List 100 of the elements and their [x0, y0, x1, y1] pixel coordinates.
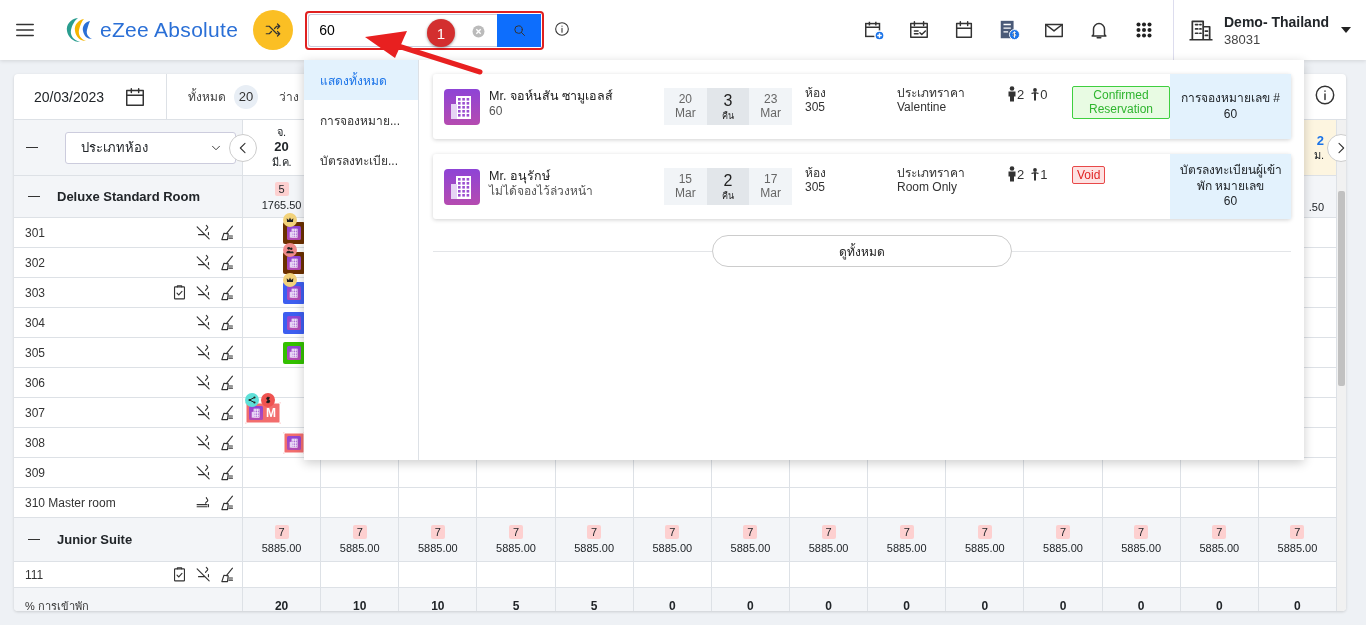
- check-out-day: 17: [764, 172, 778, 187]
- room-label: ห้อง: [805, 86, 827, 101]
- occupancy-value: 0: [1059, 598, 1067, 611]
- date-text: 20/03/2023: [34, 88, 105, 105]
- nights-count: 2: [723, 172, 733, 191]
- check-in-day: 15: [678, 172, 692, 187]
- availability-count: 7: [1290, 525, 1305, 539]
- filter-tab[interactable]: การจองหมาย...: [304, 100, 418, 140]
- rate-amount: 5885.00: [1121, 542, 1161, 554]
- rate-amount: 5885.00: [574, 542, 614, 554]
- view-all-button[interactable]: ดูทั้งหมด: [712, 235, 1012, 267]
- availability-count: 7: [430, 525, 445, 539]
- rate-type-value: Valentine: [897, 100, 948, 115]
- room-type-select[interactable]: ประเภทห้อง: [65, 131, 236, 164]
- availability-count: 7: [587, 525, 602, 539]
- availability-count: 7: [821, 525, 836, 539]
- availability-count: 7: [977, 525, 992, 539]
- rate-amount: 5885.00: [730, 542, 771, 554]
- room-number[interactable]: 307: [25, 405, 46, 420]
- rate-amount: 5885.00: [339, 542, 380, 554]
- guest-name: Mr. จอห์นสัน ซามูเอลส์: [489, 88, 615, 105]
- child-count: 1: [1040, 166, 1048, 182]
- rate-type-label: ประเภทราคา: [897, 166, 966, 181]
- room-number[interactable]: 305: [25, 345, 46, 360]
- room-number[interactable]: 111: [25, 567, 44, 582]
- rate-amount: 1765.50: [261, 199, 302, 211]
- room-number[interactable]: 310 Master room: [25, 495, 116, 510]
- weekday-label: จ.: [277, 125, 287, 140]
- room-label: ห้อง: [805, 166, 827, 181]
- day-number: 20: [274, 139, 289, 156]
- occupancy-value: 5: [590, 598, 598, 611]
- availability-count: 7: [899, 525, 914, 539]
- availability-count: 7: [352, 525, 367, 539]
- check-out-day: 23: [764, 92, 778, 107]
- occupancy-value: 0: [668, 598, 676, 611]
- reference-label: บัตรลงทะเบียนผู้เข้าพัก หมายเลข: [1178, 163, 1283, 195]
- property-code: 38031: [1224, 31, 1262, 47]
- month-label: ม.: [1313, 148, 1324, 163]
- day-number: 2: [1316, 132, 1324, 149]
- room-type-name: Deluxe Standard Room: [57, 189, 201, 204]
- rate-amount: 5885.00: [496, 542, 536, 554]
- guest-detail: 60: [489, 104, 504, 120]
- room-number[interactable]: 308: [25, 435, 46, 450]
- occupancy-value: 0: [1137, 598, 1145, 611]
- availability-count: 7: [274, 525, 289, 539]
- occupancy-label: % การเข้าพัก: [25, 598, 89, 611]
- status-badge: Confirmed Reservation: [1072, 86, 1170, 119]
- room-number[interactable]: 302: [25, 255, 46, 270]
- reference-number: 60: [1223, 106, 1238, 123]
- occupancy-value: 10: [431, 598, 445, 611]
- occupancy-value: 0: [1294, 598, 1301, 611]
- reference-label: การจองหมายเลข #: [1181, 90, 1280, 107]
- adult-count: 2: [1017, 166, 1025, 182]
- rate-amount: 5885.00: [1043, 542, 1083, 554]
- guest-name: Mr. อนุรักษ์: [489, 168, 551, 185]
- nights-count: 3: [723, 92, 733, 111]
- rate-type-label: ประเภทราคา: [897, 86, 966, 101]
- check-out-month: Mar: [760, 106, 781, 121]
- rate-amount: 5885.00: [261, 542, 302, 554]
- filter-tab[interactable]: บัตรลงทะเบีย...: [304, 140, 418, 180]
- occupancy-value: 0: [825, 598, 832, 611]
- availability-count: 7: [1212, 525, 1227, 539]
- room-number[interactable]: 303: [25, 285, 46, 300]
- occupancy-value: 0: [981, 598, 989, 611]
- check-in-day: 20: [678, 92, 692, 107]
- rate-amount: 5885.00: [886, 542, 927, 554]
- check-in-month: Mar: [675, 106, 696, 121]
- rate-amount: 5885.00: [964, 542, 1005, 554]
- availability-count: 5: [274, 182, 289, 196]
- availability-count: 7: [1134, 525, 1149, 539]
- occupancy-value: 20: [274, 598, 289, 611]
- room-number[interactable]: 304: [25, 315, 46, 330]
- filter-tab[interactable]: แสดงทั้งหมด: [304, 60, 418, 100]
- rate-type-value: Room Only: [897, 180, 959, 195]
- check-out-month: Mar: [760, 186, 781, 201]
- occupancy-value: 5: [512, 598, 520, 611]
- room-number[interactable]: 309: [25, 465, 46, 480]
- availability-count: 7: [665, 525, 680, 539]
- occupancy-value: 0: [747, 598, 754, 611]
- nights-label: คืน: [722, 190, 734, 201]
- room-number[interactable]: 301: [25, 225, 46, 240]
- result-card[interactable]: Mr. จอห์นสัน ซามูเอลส์ 60 20 Mar 3 คืน 23 Mar ห้อง 305 ประเภทราคา Valentine 2 0 Confirmed Reservation การจองหมายเลข # 60: [433, 74, 1291, 139]
- result-card[interactable]: Mr. อนุรักษ์ ไม่ได้จองไว้ล่วงหน้า 15 Mar 2 คืน 17 Mar ห้อง 305 ประเภทราคา Room Only 2 1 Void บัตรลงทะเบียนผู้เข้าพัก หมายเลข 60: [433, 154, 1291, 219]
- property-name: Demo- Thailand: [1224, 13, 1329, 30]
- room-type-name: Junior Suite: [57, 532, 133, 547]
- nights-label: คืน: [722, 110, 734, 121]
- rate-amount: 5885.00: [652, 542, 693, 554]
- child-count: 0: [1040, 86, 1048, 102]
- rate-amount: 5885.00: [808, 542, 849, 554]
- reference-number: 60: [1223, 194, 1238, 210]
- stat-label: ว่าง: [279, 89, 299, 106]
- stat-count: 20: [234, 84, 258, 109]
- occupancy-value: 0: [903, 598, 911, 611]
- occupancy-value: 10: [353, 598, 367, 611]
- room-value: 305: [805, 180, 827, 195]
- room-number[interactable]: 306: [25, 375, 46, 390]
- check-in-month: Mar: [675, 186, 696, 201]
- rate-amount: 5885.00: [417, 542, 458, 554]
- month-label: มี.ค.: [271, 155, 292, 170]
- adult-count: 2: [1017, 86, 1025, 102]
